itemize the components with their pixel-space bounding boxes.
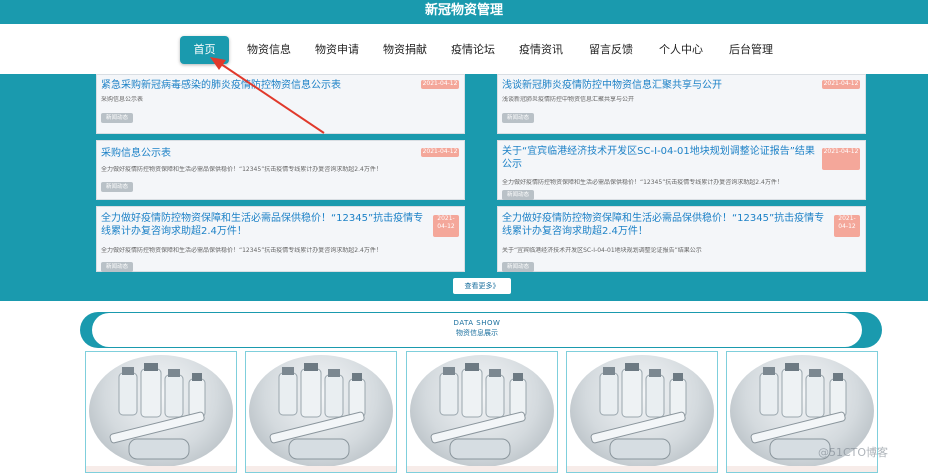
- product-footer: [246, 466, 396, 472]
- vials-syringe-image: [109, 363, 206, 460]
- product-footer: [567, 466, 717, 472]
- nav-feedback[interactable]: 留言反馈: [580, 36, 642, 64]
- news-tag: 新闻动态: [101, 262, 134, 272]
- news-date-badge: 2021-04-12: [822, 148, 860, 170]
- news-date-badge: 2021-04-12: [822, 80, 860, 89]
- product-footer: [727, 466, 877, 472]
- news-title[interactable]: 全力做好疫情防控物资保障和生活必需品保供稳价！“12345”抗击疫情专线累计办复…: [502, 212, 832, 238]
- product-image[interactable]: [249, 355, 393, 467]
- data-show-banner-inner: DATA SHOW 物资信息展示: [92, 313, 862, 347]
- app-title-bar: 新冠物资管理: [0, 0, 928, 24]
- news-title[interactable]: 全力做好疫情防控物资保障和生活必需品保供稳价！“12345”抗击疫情专线累计办复…: [101, 212, 431, 238]
- news-date-badge: 2021-04-12: [433, 215, 459, 237]
- data-show-title-cn: 物资信息展示: [456, 329, 498, 337]
- news-tag: 新闻动态: [502, 262, 535, 272]
- news-desc: 浅谈新冠肺炎疫情防控中物资信息汇聚共享与公开: [502, 96, 635, 103]
- product-footer: [407, 466, 557, 472]
- news-desc: 全力做好疫情防控物资保障和生活必需品保供稳价！“12345”抗击疫情专线累计办复…: [502, 179, 783, 186]
- news-tag: 新闻动态: [101, 182, 134, 192]
- section-divider: [0, 298, 928, 301]
- news-tag: 新闻动态: [502, 190, 535, 200]
- news-desc: 全力做好疫情防控物资保障和生活必需品保供稳价！“12345”抗击疫情专线累计办复…: [101, 247, 382, 254]
- nav-supplies-apply[interactable]: 物资申请: [308, 36, 366, 64]
- news-title[interactable]: 浅谈新冠肺炎疫情防控中物资信息汇聚共享与公开: [502, 79, 812, 92]
- news-title[interactable]: 采购信息公示表: [101, 147, 411, 160]
- nav-forum[interactable]: 疫情论坛: [444, 36, 502, 64]
- news-desc: 采购信息公示表: [101, 96, 144, 103]
- news-card[interactable]: 浅谈新冠肺炎疫情防控中物资信息汇聚共享与公开 浅谈新冠肺炎疫情防控中物资信息汇聚…: [497, 74, 866, 134]
- vials-syringe-image: [430, 363, 527, 460]
- nav-epidemic-news[interactable]: 疫情资讯: [512, 36, 570, 64]
- product-footer: [86, 466, 236, 472]
- product-card[interactable]: [406, 351, 558, 473]
- news-card[interactable]: 紧急采购新冠病毒感染的肺炎疫情防控物资信息公示表 采购信息公示表 新闻动态 20…: [96, 74, 465, 134]
- product-card[interactable]: [85, 351, 237, 473]
- product-card[interactable]: [566, 351, 718, 473]
- product-image[interactable]: [570, 355, 714, 467]
- news-date-badge: 2021-04-12: [834, 215, 860, 237]
- data-show-banner: DATA SHOW 物资信息展示: [80, 312, 882, 348]
- news-tag: 新闻动态: [502, 113, 535, 123]
- watermark: @51CTO博客: [818, 446, 889, 459]
- main-nav: 首页 物资信息 物资申请 物资捐献 疫情论坛 疫情资讯 留言反馈 个人中心 后台…: [0, 24, 928, 74]
- product-image[interactable]: [89, 355, 233, 467]
- nav-personal-center[interactable]: 个人中心: [652, 36, 710, 64]
- news-card[interactable]: 全力做好疫情防控物资保障和生活必需品保供稳价！“12345”抗击疫情专线累计办复…: [96, 206, 465, 272]
- app-title: 新冠物资管理: [424, 3, 503, 18]
- nav-home[interactable]: 首页: [180, 36, 229, 64]
- vials-syringe-image: [590, 363, 687, 460]
- news-desc: 全力做好疫情防控物资保障和生活必需品保供稳价！“12345”抗击疫情专线累计办复…: [101, 166, 382, 173]
- news-title[interactable]: 紧急采购新冠病毒感染的肺炎疫情防控物资信息公示表: [101, 79, 411, 92]
- vials-syringe-image: [269, 363, 366, 460]
- news-desc: 关于“宜宾临港经济技术开发区SC-I-04-01地块规划调整论证报告”结果公示: [502, 247, 702, 254]
- nav-admin[interactable]: 后台管理: [720, 36, 782, 64]
- view-more-button[interactable]: 查看更多》: [452, 277, 512, 295]
- news-date-badge: 2021-04-12: [421, 148, 459, 157]
- news-card[interactable]: 全力做好疫情防控物资保障和生活必需品保供稳价！“12345”抗击疫情专线累计办复…: [497, 206, 866, 272]
- news-card[interactable]: 关于“宜宾临港经济技术开发区SC-I-04-01地块规划调整论证报告”结果公示 …: [497, 140, 866, 200]
- news-tag: 新闻动态: [101, 113, 134, 123]
- product-image[interactable]: [410, 355, 554, 467]
- nav-supplies-donate[interactable]: 物资捐献: [376, 36, 434, 64]
- news-date-badge: 2021-04-12: [421, 80, 459, 89]
- news-title[interactable]: 关于“宜宾临港经济技术开发区SC-I-04-01地块规划调整论证报告”结果公示: [502, 145, 822, 171]
- data-show-title-en: DATA SHOW: [453, 319, 501, 327]
- nav-supplies-info[interactable]: 物资信息: [240, 36, 298, 64]
- product-card[interactable]: [245, 351, 397, 473]
- news-card[interactable]: 采购信息公示表 全力做好疫情防控物资保障和生活必需品保供稳价！“12345”抗击…: [96, 140, 465, 200]
